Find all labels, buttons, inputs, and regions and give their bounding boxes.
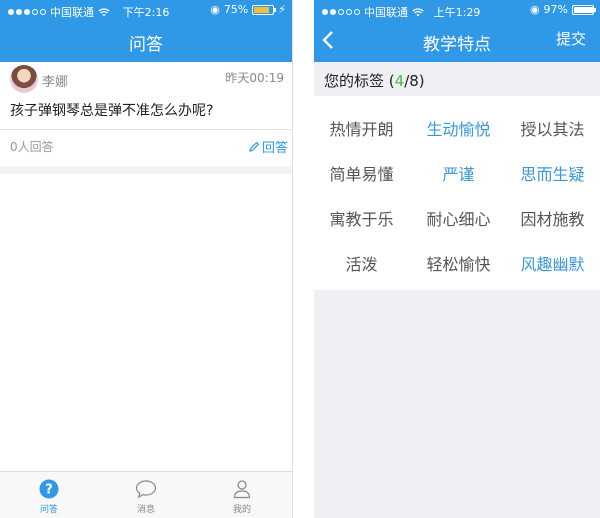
- status-bar: 中国联通 上午1:29 ◉ 97%: [314, 0, 600, 20]
- tab-messages[interactable]: 消息: [116, 478, 176, 515]
- divider: [0, 129, 292, 130]
- battery-percent: 97%: [543, 3, 568, 16]
- nav-bar: 教学特点 提交: [314, 20, 600, 60]
- page-title: 问答: [129, 35, 163, 55]
- qa-screen: 中国联通 下午2:16 ◉ 75% ⚡ 问答 李娜 昨天00:19 孩子弹钢琴总…: [0, 0, 293, 518]
- svg-text:?: ?: [45, 483, 53, 498]
- status-right: ◉ 97%: [529, 3, 596, 16]
- charging-bolt-icon: ⚡: [278, 3, 286, 16]
- tag-item[interactable]: 简单易懂: [314, 161, 409, 185]
- tags-count-label: 您的标签 (4/8): [324, 72, 425, 90]
- pencil-icon: [249, 141, 260, 152]
- chat-bubble-icon: [135, 480, 157, 499]
- reply-label: 回答: [261, 141, 288, 156]
- tag-item[interactable]: 寓教于乐: [314, 206, 409, 230]
- tag-item[interactable]: 思而生疑: [505, 161, 600, 185]
- nav-bar: 问答: [0, 20, 292, 60]
- tab-qa-label: 问答: [39, 505, 58, 515]
- tab-bar: ? 问答 消息 我的: [0, 471, 292, 518]
- tag-item[interactable]: 耐心细心: [411, 206, 506, 230]
- person-icon: [233, 480, 251, 499]
- tags-grid: 热情开朗 生动愉悦 授以其法 简单易懂 严谨 思而生疑 寓教于乐 耐心细心 因材…: [314, 96, 600, 290]
- tab-profile[interactable]: 我的: [212, 478, 272, 515]
- section-gap: [0, 166, 292, 174]
- tag-item[interactable]: 热情开朗: [314, 116, 409, 140]
- tag-item[interactable]: 生动愉悦: [411, 116, 506, 140]
- answer-count: 0人回答: [10, 140, 54, 154]
- avatar[interactable]: [10, 65, 38, 93]
- tag-item[interactable]: 风趣幽默: [505, 251, 600, 275]
- question-text[interactable]: 孩子弹钢琴总是弹不准怎么办呢?: [10, 100, 213, 120]
- submit-button[interactable]: 提交: [556, 28, 586, 49]
- teaching-features-screen: 中国联通 上午1:29 ◉ 97% 教学特点 提交 您的标签 (4/8) 热情开…: [314, 0, 600, 518]
- selected-count: 4: [394, 72, 405, 90]
- orientation-lock-icon: ◉: [529, 3, 540, 16]
- tab-profile-label: 我的: [232, 505, 251, 515]
- tag-item[interactable]: 严谨: [411, 161, 506, 185]
- question-icon: ?: [39, 479, 59, 499]
- reply-button[interactable]: 回答: [248, 137, 288, 156]
- battery-percent: 75%: [223, 3, 249, 16]
- tag-item[interactable]: 活泼: [314, 251, 409, 275]
- status-bar: 中国联通 下午2:16 ◉ 75% ⚡: [0, 0, 292, 20]
- orientation-lock-icon: ◉: [210, 3, 220, 16]
- status-right: ◉ 75% ⚡: [210, 3, 286, 16]
- tag-item[interactable]: 授以其法: [505, 116, 600, 140]
- tags-header: 您的标签 (4/8): [314, 62, 600, 96]
- post-time: 昨天00:19: [225, 71, 284, 85]
- battery-icon: [252, 4, 277, 15]
- tab-qa[interactable]: ? 问答: [19, 478, 79, 515]
- tab-messages-label: 消息: [136, 505, 155, 515]
- tag-item[interactable]: 因材施教: [505, 206, 600, 230]
- tag-item[interactable]: 轻松愉快: [411, 251, 506, 275]
- username: 李娜: [42, 75, 69, 90]
- battery-icon: [572, 4, 596, 15]
